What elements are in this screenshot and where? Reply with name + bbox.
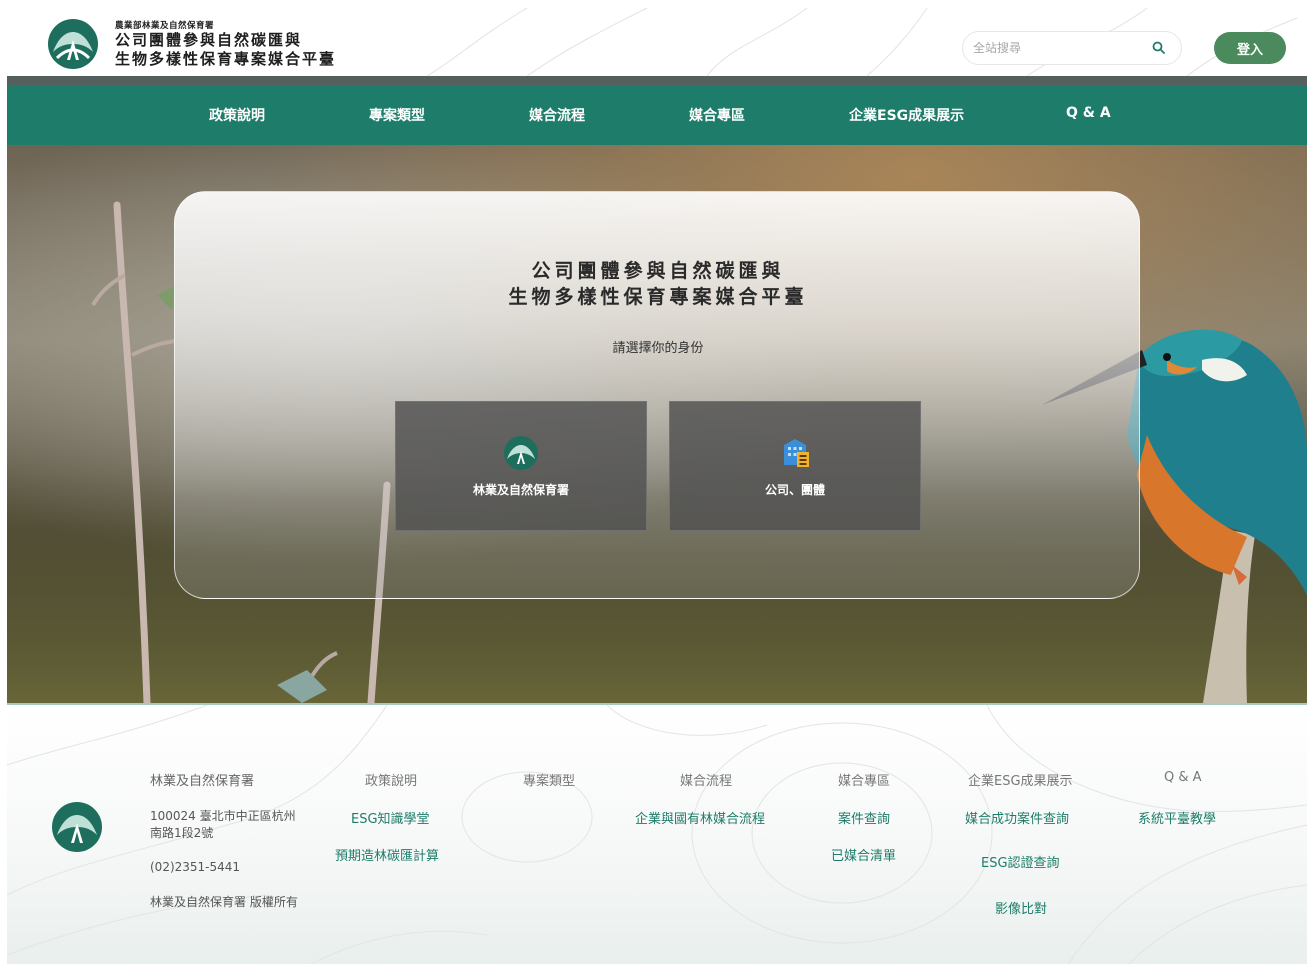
agency-name: 農業部林業及自然保育署 <box>115 21 215 31</box>
footer-link-image-compare[interactable]: 影像比對 <box>995 898 1047 917</box>
footer-link-case-search[interactable]: 案件查詢 <box>838 808 890 827</box>
site-title-line1: 公司團體參與自然碳匯與 <box>115 31 303 49</box>
nav-item-project-types[interactable]: 專案類型 <box>369 105 425 125</box>
search-input[interactable] <box>973 41 1148 55</box>
footer-agency-logo-icon <box>52 802 102 852</box>
nav-item-matching-zone[interactable]: 媒合專區 <box>689 105 745 125</box>
building-icon <box>784 438 809 467</box>
hero-banner: 公司團體參與自然碳匯與 生物多樣性保育專案媒合平臺 請選擇你的身份 林業及自然保… <box>7 145 1307 703</box>
page-frame: 農業部林業及自然保育署 公司團體參與自然碳匯與 生物多樣性保育專案媒合平臺 登入… <box>7 8 1307 964</box>
search-icon[interactable] <box>1151 40 1167 56</box>
identity-selection-panel: 公司團體參與自然碳匯與 生物多樣性保育專案媒合平臺 請選擇你的身份 林業及自然保… <box>174 191 1140 599</box>
footer-address-line2: 南路1段2號 <box>150 826 214 840</box>
footer-link-esg-certification[interactable]: ESG認證查詢 <box>981 852 1060 871</box>
footer-link-platform-tutorial[interactable]: 系統平臺教學 <box>1138 808 1216 827</box>
brand-logo-link[interactable]: 農業部林業及自然保育署 公司團體參與自然碳匯與 生物多樣性保育專案媒合平臺 <box>47 18 336 70</box>
footer-link-forest-matching-process[interactable]: 企業與國有林媒合流程 <box>635 808 765 827</box>
site-title-line2: 生物多樣性保育專案媒合平臺 <box>115 50 337 68</box>
panel-title-line2: 生物多樣性保育專案媒合平臺 <box>508 286 808 308</box>
footer-heading-matching-zone[interactable]: 媒合專區 <box>838 770 890 789</box>
site-header: 農業部林業及自然保育署 公司團體參與自然碳匯與 生物多樣性保育專案媒合平臺 登入 <box>7 8 1307 76</box>
footer-heading-matching-process[interactable]: 媒合流程 <box>680 770 732 789</box>
role-card-company[interactable]: 公司、團體 <box>669 401 921 531</box>
role-label-agency: 林業及自然保育署 <box>472 482 569 497</box>
site-footer: 林業及自然保育署 100024 臺北市中正區杭州 南路1段2號 (02)2351… <box>7 703 1307 964</box>
site-search <box>962 31 1182 65</box>
nav-item-qa[interactable]: Q & A <box>1066 105 1111 121</box>
footer-heading-policy[interactable]: 政策說明 <box>365 770 417 789</box>
footer-heading-project-types[interactable]: 專案類型 <box>523 770 575 789</box>
panel-title-line1: 公司團體參與自然碳匯與 <box>531 260 785 282</box>
footer-link-carbon-calculator[interactable]: 預期造林碳匯計算 <box>335 845 439 864</box>
role-label-company: 公司、團體 <box>764 482 825 497</box>
nav-item-matching-process[interactable]: 媒合流程 <box>529 105 585 125</box>
main-nav: 政策說明 專案類型 媒合流程 媒合專區 企業ESG成果展示 Q & A <box>7 85 1307 145</box>
agency-logo-icon <box>504 435 538 470</box>
footer-link-matched-list[interactable]: 已媒合清單 <box>831 845 896 864</box>
agency-logo-icon <box>48 19 98 69</box>
brand-text: 農業部林業及自然保育署 公司團體參與自然碳匯與 生物多樣性保育專案媒合平臺 <box>115 19 336 69</box>
login-button[interactable]: 登入 <box>1214 32 1286 64</box>
role-card-agency[interactable]: 林業及自然保育署 <box>395 401 647 531</box>
footer-address-line1: 100024 臺北市中正區杭州 <box>150 809 296 823</box>
footer-org-name: 林業及自然保育署 <box>150 774 255 789</box>
nav-item-policy[interactable]: 政策說明 <box>209 105 265 125</box>
identity-prompt: 請選擇你的身份 <box>612 341 704 356</box>
footer-heading-qa[interactable]: Q & A <box>1164 770 1202 785</box>
header-divider <box>7 76 1307 85</box>
nav-item-esg-showcase[interactable]: 企業ESG成果展示 <box>849 105 964 125</box>
footer-phone: (02)2351-5441 <box>150 860 241 874</box>
footer-link-esg-academy[interactable]: ESG知識學堂 <box>351 808 430 827</box>
footer-copyright: 林業及自然保育署 版權所有 <box>150 895 298 909</box>
footer-heading-esg-showcase[interactable]: 企業ESG成果展示 <box>968 770 1073 789</box>
footer-link-success-cases[interactable]: 媒合成功案件查詢 <box>965 808 1069 827</box>
